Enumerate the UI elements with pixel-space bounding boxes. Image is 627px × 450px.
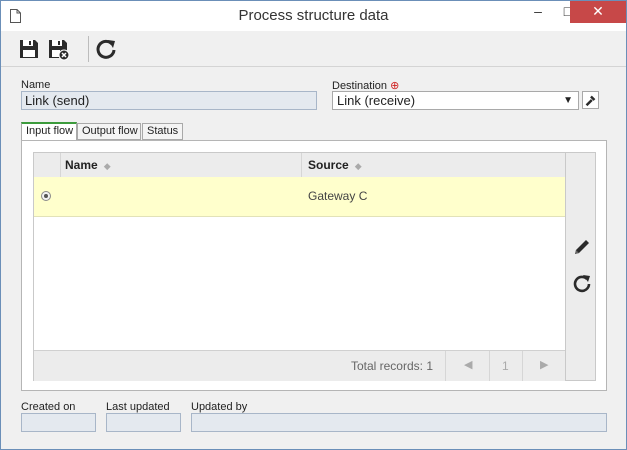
updated-by-label: Updated by [191,401,248,413]
destination-value: Link (receive) [337,93,416,108]
input-flow-grid: Name ◆ Source ◆ Gateway C Total records: 1… [33,152,566,381]
tab-output-flow[interactable]: Output flow [77,123,141,140]
chevron-down-icon: ▼ [563,95,573,106]
toolbar-separator [88,36,89,62]
pager-divider [522,351,523,381]
tab-status[interactable]: Status [142,123,183,140]
refresh-icon[interactable] [94,37,118,61]
last-updated-label: Last updated [106,401,170,413]
updated-by-field [191,413,607,432]
grid-header: Name ◆ Source ◆ [34,153,565,178]
picker-icon[interactable] [582,91,599,109]
edit-icon[interactable] [572,237,592,257]
pager-divider [489,351,490,381]
column-source-label: Source [308,158,349,172]
sort-icon: ◆ [103,161,111,171]
refresh-icon[interactable] [572,273,592,293]
column-name-label: Name [65,158,98,172]
created-on-field [21,413,96,432]
destination-select[interactable]: Link (receive) ▼ [332,91,579,110]
row-source-cell: Gateway C [308,189,368,203]
input-flow-panel: Name ◆ Source ◆ Gateway C Total records: 1… [21,140,607,391]
row-select-radio[interactable] [41,191,51,201]
title-bar[interactable]: Process structure data – □ ✕ [1,1,626,31]
close-button[interactable]: ✕ [570,1,626,23]
previous-page-button[interactable]: ◀ [464,358,472,371]
save-icon[interactable] [17,37,41,61]
column-header-source[interactable]: Source ◆ [308,158,362,172]
page-number: 1 [502,359,509,373]
grid-side-actions [566,152,596,381]
column-header-name[interactable]: Name ◆ [65,158,111,172]
next-page-button[interactable]: ▶ [540,358,548,371]
pager-divider [445,351,446,381]
last-updated-field [106,413,181,432]
grid-footer: Total records: 1 ◀ 1 ▶ [34,350,565,381]
dialog-window: Process structure data – □ ✕ Name Link (… [0,0,627,450]
tab-input-flow[interactable]: Input flow [21,122,77,141]
save-and-close-icon[interactable] [46,37,70,61]
sort-icon: ◆ [354,161,362,171]
name-field[interactable]: Link (send) [21,91,317,110]
created-on-label: Created on [21,401,76,413]
table-row[interactable]: Gateway C [34,177,565,217]
total-records: Total records: 1 [350,359,433,373]
name-label: Name [21,79,51,91]
toolbar [1,31,626,67]
